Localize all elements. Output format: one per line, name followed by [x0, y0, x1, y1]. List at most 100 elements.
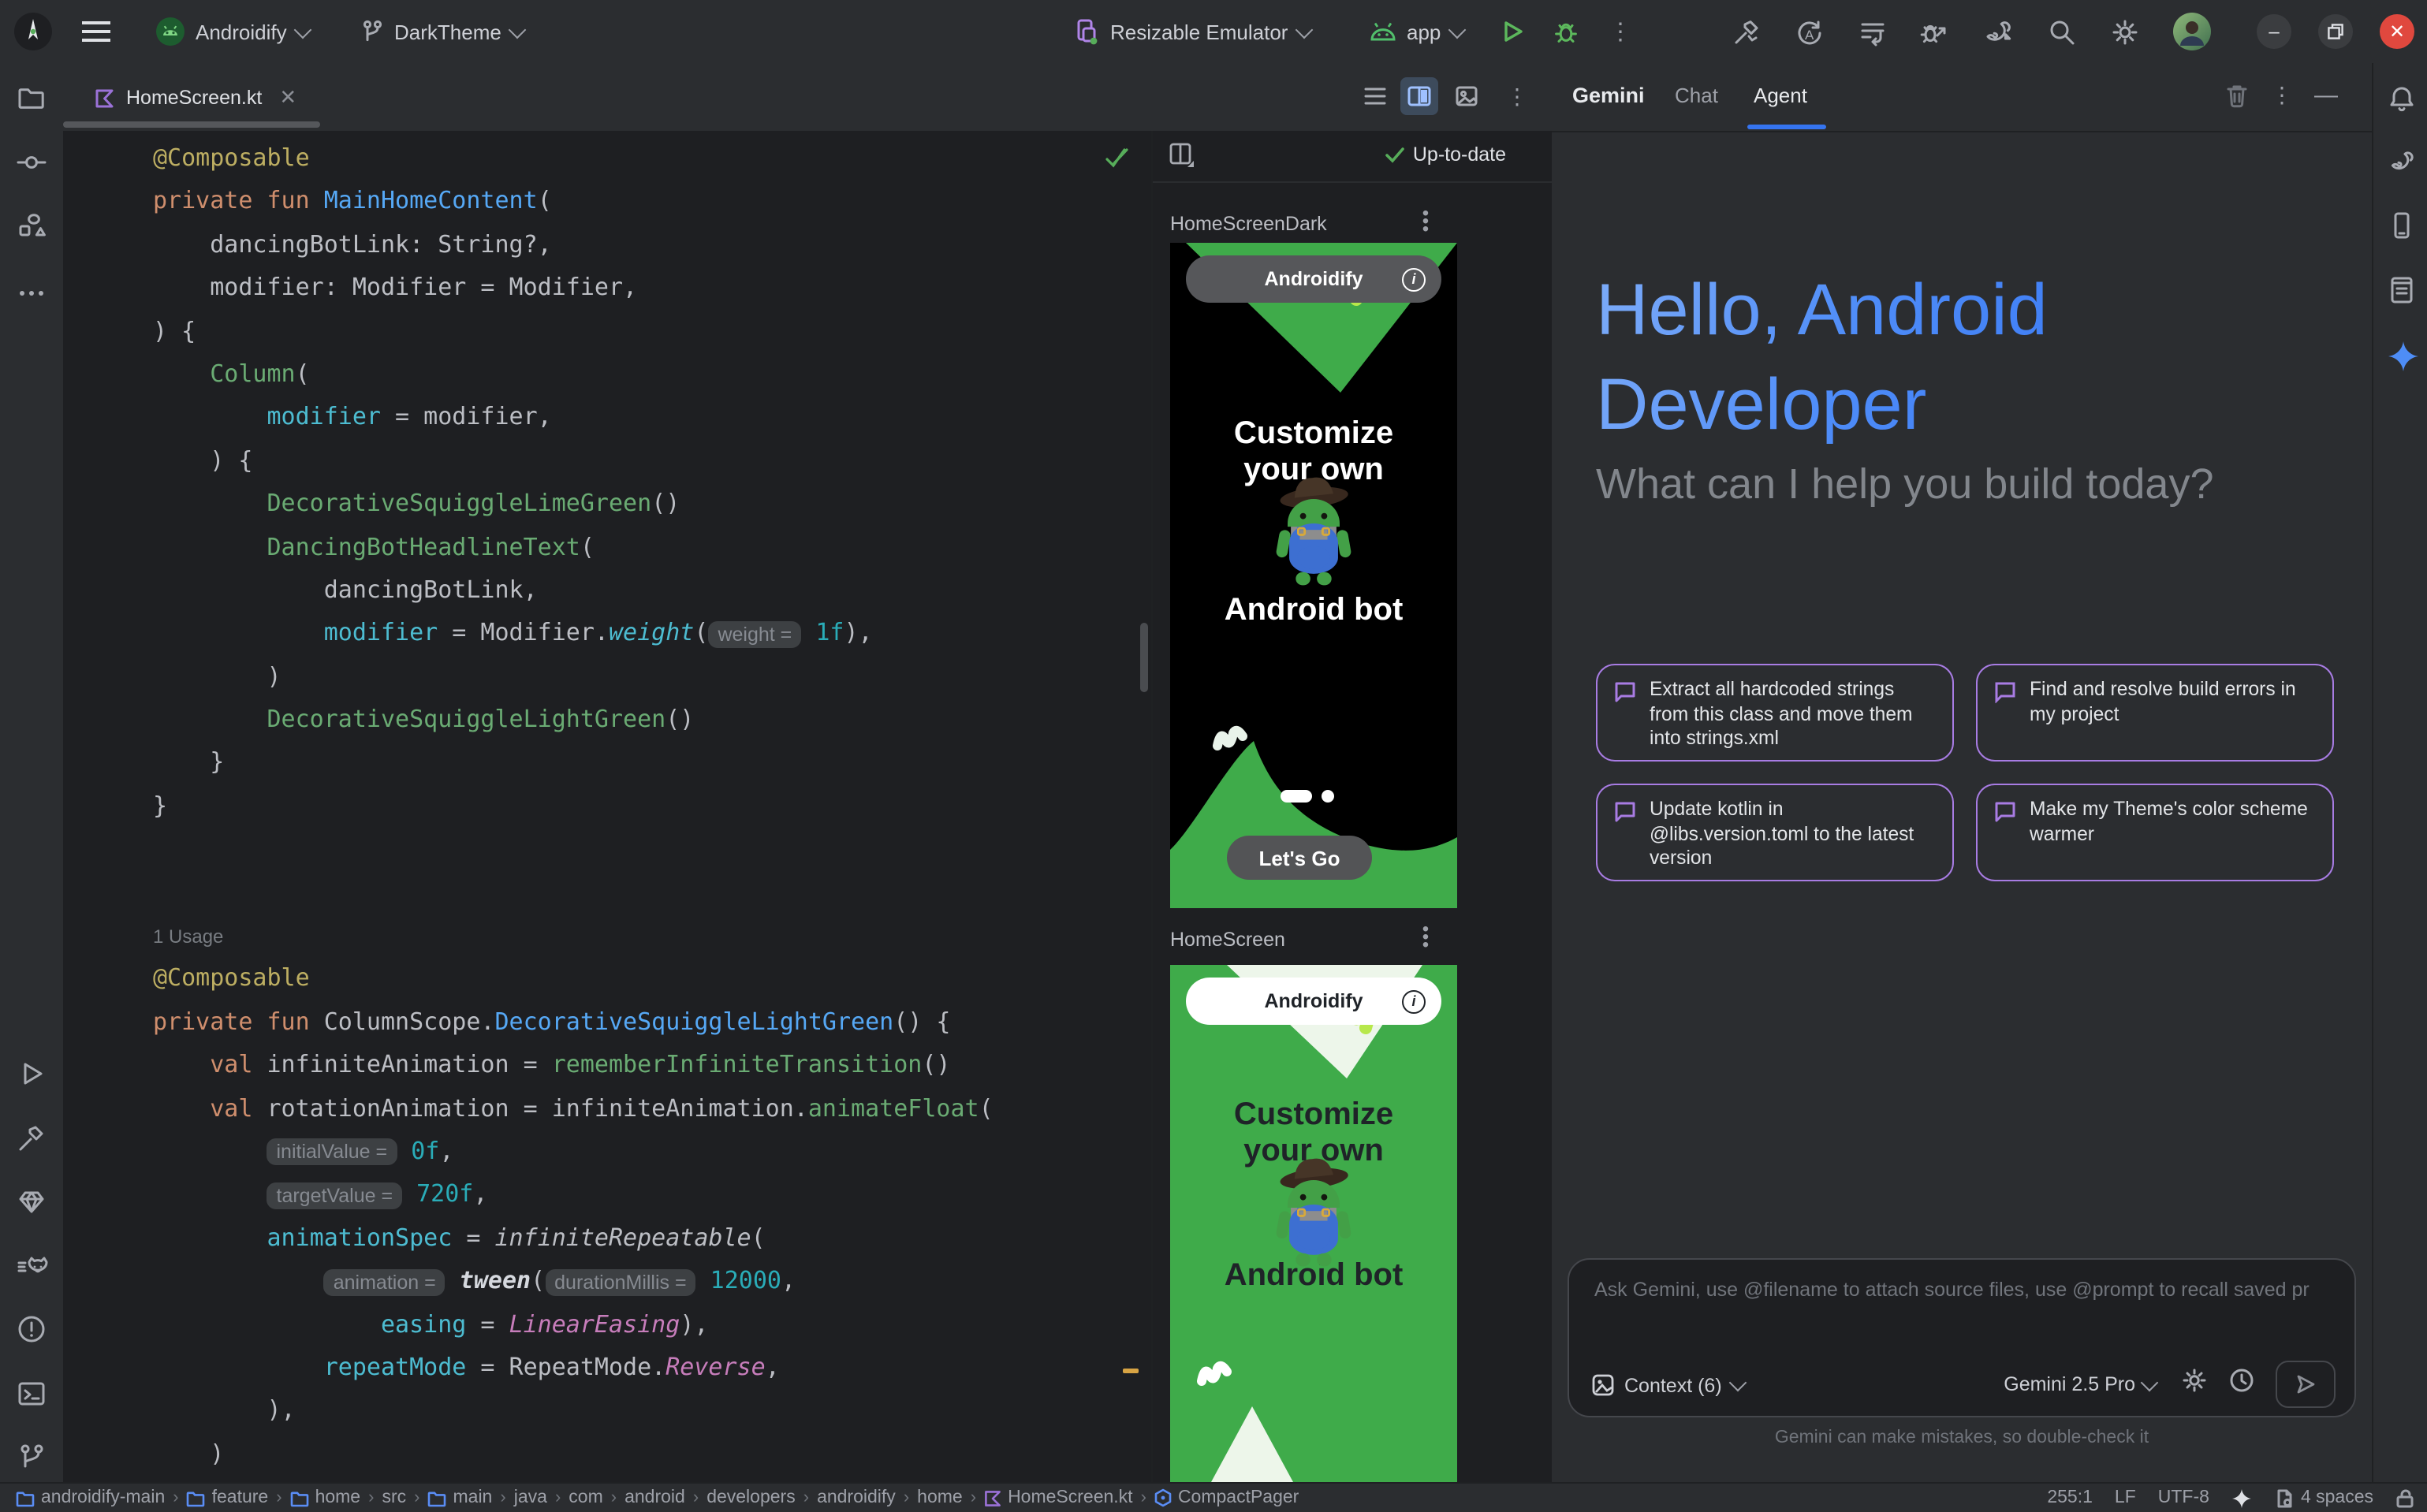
gradle-icon[interactable] [2385, 147, 2417, 178]
code-line[interactable]: modifier = Modifier.weight(weight = 1f), [153, 613, 994, 656]
terminal-icon[interactable] [16, 1378, 47, 1410]
breadcrumb-item[interactable]: home [917, 1488, 963, 1507]
build-button[interactable] [1732, 0, 1762, 63]
code-line[interactable]: DancingBotHeadlineText( [153, 526, 994, 569]
code-line[interactable] [153, 829, 994, 872]
breadcrumb-item[interactable]: main [428, 1488, 493, 1507]
code-line[interactable]: modifier: Modifier = Modifier, [153, 266, 994, 310]
close-button[interactable]: ✕ [2380, 14, 2414, 49]
resource-manager-icon[interactable] [16, 210, 47, 241]
editor-options-button[interactable]: ⋮ [1498, 77, 1536, 115]
code-line[interactable] [153, 871, 994, 914]
toolbar-more-button[interactable]: ⋮ [1609, 0, 1634, 63]
running-devices-icon[interactable] [2385, 274, 2417, 306]
build-tool-icon[interactable] [16, 1123, 47, 1154]
code-line[interactable]: private fun MainHomeContent( [153, 181, 994, 224]
code-line[interactable]: @Composable [153, 958, 994, 1001]
file-encoding[interactable]: UTF-8 [2158, 1488, 2209, 1507]
preview-menu-light[interactable]: ••• [1415, 925, 1437, 949]
code-line[interactable]: animation = tween(durationMillis = 12000… [153, 1260, 994, 1303]
more-tools-icon[interactable] [16, 277, 47, 309]
project-tool-icon[interactable] [16, 82, 47, 114]
run-button[interactable] [1498, 0, 1527, 63]
delete-conversation-icon[interactable] [2224, 82, 2252, 110]
suggestion-card-1[interactable]: Extract all hardcoded strings from this … [1596, 664, 1954, 762]
notifications-icon[interactable] [2385, 84, 2417, 115]
run-tool-icon[interactable] [16, 1058, 47, 1089]
code-editor[interactable]: @Composableprivate fun MainHomeContent( … [63, 131, 1151, 1482]
project-selector[interactable]: Androidify [155, 0, 309, 63]
split-view-button[interactable] [1400, 77, 1438, 115]
readonly-toggle-icon[interactable] [2395, 1488, 2414, 1508]
code-line[interactable]: easing = LinearEasing), [153, 1303, 994, 1346]
tab-agent[interactable]: Agent [1754, 84, 1807, 107]
code-line[interactable]: initialValue = 0f, [153, 1130, 994, 1174]
model-selector[interactable]: Gemini 2.5 Pro [2004, 1373, 2156, 1395]
breadcrumb-item[interactable]: java [514, 1488, 547, 1507]
code-line[interactable]: ), [153, 1390, 994, 1433]
sync-button[interactable]: A [1795, 0, 1825, 63]
commit-tool-icon[interactable] [16, 147, 47, 178]
problems-icon[interactable] [16, 1313, 47, 1345]
breadcrumb-item[interactable]: androidify-main [16, 1488, 165, 1507]
gemini-settings-icon[interactable] [2181, 1367, 2209, 1395]
hide-panel-icon[interactable]: — [2312, 82, 2340, 110]
breadcrumb-item[interactable]: src [382, 1488, 406, 1507]
info-icon[interactable]: i [1402, 990, 1426, 1014]
inspections-ok-icon[interactable] [1104, 147, 1129, 169]
preview-homescreendark[interactable]: Androidify i Customizeyour own An [1170, 243, 1457, 908]
build-variants-button[interactable] [1858, 0, 1888, 63]
debug-button[interactable] [1552, 0, 1580, 63]
context-selector[interactable]: Context (6) [1591, 1373, 1744, 1397]
info-icon[interactable]: i [1402, 268, 1426, 292]
lets-go-button[interactable]: Let's Go [1227, 836, 1372, 880]
breadcrumb-item[interactable]: com [569, 1488, 602, 1507]
code-line[interactable]: ) [153, 1432, 994, 1476]
line-ending[interactable]: LF [2115, 1488, 2136, 1507]
caret-position[interactable]: 255:1 [2047, 1488, 2093, 1507]
code-line[interactable]: dancingBotLink, [153, 569, 994, 613]
device-manager-icon[interactable] [2385, 210, 2417, 241]
code-line[interactable]: 1 Usage [153, 914, 994, 958]
maximize-button[interactable] [2318, 14, 2353, 49]
send-button[interactable] [2276, 1361, 2336, 1408]
code-line[interactable]: Column( [153, 353, 994, 397]
breadcrumb-item[interactable]: home [290, 1488, 361, 1507]
gemini-status-icon[interactable] [2231, 1488, 2252, 1508]
suggestion-card-3[interactable]: Update kotlin in @libs.version.toml to t… [1596, 784, 1954, 881]
code-line[interactable]: targetValue = 720f, [153, 1174, 994, 1217]
device-selector[interactable]: Resizable Emulator [1072, 0, 1310, 63]
preview-menu-dark[interactable]: ••• [1415, 210, 1437, 233]
code-view-button[interactable] [1356, 77, 1394, 115]
breadcrumb-item[interactable]: HomeScreen.kt [984, 1488, 1133, 1507]
preview-layout-icon[interactable] [1169, 142, 1195, 169]
settings-icon[interactable] [2110, 0, 2140, 63]
vcs-branch-selector[interactable]: DarkTheme [360, 0, 524, 63]
code-line[interactable]: ) [153, 655, 994, 698]
suggestion-card-2[interactable]: Find and resolve build errors in my proj… [1976, 664, 2334, 762]
user-avatar[interactable] [2173, 0, 2211, 63]
code-line[interactable]: dancingBotLink: String?, [153, 224, 994, 267]
search-everywhere-icon[interactable] [2047, 0, 2077, 63]
gemini-input-box[interactable]: Context (6) Gemini 2.5 Pro [1568, 1258, 2356, 1417]
code-line[interactable]: val infiniteAnimation = rememberInfinite… [153, 1044, 994, 1087]
run-config-selector[interactable]: app [1369, 0, 1463, 63]
tab-chat[interactable]: Chat [1675, 84, 1718, 107]
gemini-icon[interactable] [2385, 339, 2417, 371]
code-area[interactable]: @Composableprivate fun MainHomeContent( … [153, 137, 994, 1476]
editor-scrollbar[interactable] [1140, 623, 1148, 692]
gradle-sync-icon[interactable] [1982, 0, 2014, 63]
code-line[interactable]: animationSpec = infiniteRepeatable( [153, 1217, 994, 1261]
indent-setting[interactable]: 4 spaces [2274, 1488, 2373, 1508]
tab-homescreen-kt[interactable]: HomeScreen.kt ✕ [79, 74, 312, 121]
version-control-icon[interactable] [16, 1441, 47, 1473]
attach-debugger-icon[interactable] [1918, 0, 1949, 63]
code-line[interactable]: @Composable [153, 137, 994, 181]
design-view-button[interactable] [1448, 77, 1486, 115]
code-line[interactable]: DecorativeSquiggleLimeGreen() [153, 482, 994, 526]
code-line[interactable]: val rotationAnimation = infiniteAnimatio… [153, 1087, 994, 1130]
code-line[interactable]: repeatMode = RepeatMode.Reverse, [153, 1346, 994, 1390]
code-line[interactable]: ) { [153, 310, 994, 353]
code-line[interactable]: ) { [153, 439, 994, 482]
app-quality-insights-icon[interactable] [16, 1186, 47, 1217]
